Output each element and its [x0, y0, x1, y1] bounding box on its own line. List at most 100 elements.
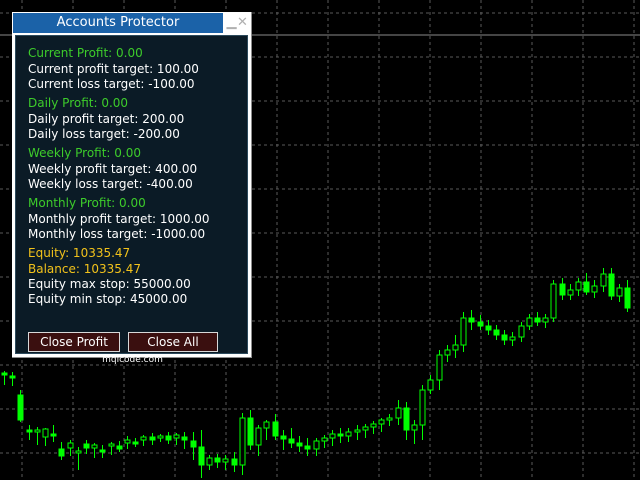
current-profit-label: Current Profit: 0.00	[28, 46, 143, 60]
monthly-profit-label: Monthly Profit: 0.00	[28, 196, 146, 210]
equity-value: Equity: 10335.47	[28, 246, 131, 260]
close-icon[interactable]: ✕	[236, 13, 249, 33]
candle-body	[624, 287, 631, 309]
candle-body	[542, 317, 549, 323]
candle-body	[608, 273, 615, 297]
candle-body	[567, 289, 574, 296]
accounts-protector-window: Accounts Protector ▁ ✕ Current Profit: 0…	[12, 12, 252, 365]
close-profit-button[interactable]: Close Profit	[28, 332, 120, 352]
candle-body	[132, 441, 139, 445]
candle-body	[116, 445, 123, 450]
candle-body	[91, 444, 98, 449]
candle-body	[534, 317, 541, 323]
candle-body	[427, 379, 434, 391]
candle-body	[247, 417, 254, 446]
daily-loss-target: Daily loss target: -200.00	[28, 127, 180, 141]
candle-body	[370, 423, 377, 428]
current-profit-target: Current profit target: 100.00	[28, 62, 199, 76]
daily-profit-target: Daily profit target: 200.00	[28, 112, 185, 126]
candle-body	[99, 449, 106, 453]
candle-body	[58, 448, 65, 457]
candle-body	[214, 457, 221, 463]
candle-body	[272, 421, 279, 437]
candle-body	[616, 287, 623, 297]
candle-body	[239, 417, 246, 466]
window-title[interactable]: Accounts Protector	[13, 13, 223, 33]
candle-body	[75, 450, 82, 454]
candle-body	[460, 317, 467, 346]
candle-body	[419, 389, 426, 426]
candle-body	[206, 457, 213, 466]
candle-body	[591, 285, 598, 293]
close-all-button[interactable]: Close All	[128, 332, 218, 352]
candle-body	[526, 317, 533, 327]
candle-body	[26, 429, 33, 433]
candle-body	[231, 458, 238, 466]
candle-body	[9, 375, 16, 379]
current-loss-target: Current loss target: -100.00	[28, 77, 195, 91]
candle-body	[550, 283, 557, 319]
candle-body	[149, 436, 156, 441]
candle-body	[34, 429, 41, 433]
protector-panel: Current Profit: 0.00 Current profit targ…	[15, 35, 248, 365]
candle-body	[165, 435, 172, 441]
candle-body	[411, 424, 418, 431]
equity-max-stop: Equity max stop: 55000.00	[28, 277, 191, 291]
candle-body	[304, 445, 311, 450]
candle-body	[501, 334, 508, 341]
candle-body	[140, 436, 147, 441]
monthly-loss-target: Monthly loss target: -1000.00	[28, 227, 206, 241]
monthly-profit-target: Monthly profit target: 1000.00	[28, 212, 210, 226]
candle-body	[280, 435, 287, 440]
daily-profit-label: Daily Profit: 0.00	[28, 96, 129, 110]
balance-value: Balance: 10335.47	[28, 262, 141, 276]
candle-body	[403, 407, 410, 431]
candle-body	[313, 440, 320, 450]
candle-body	[157, 435, 164, 439]
candle-body	[559, 283, 566, 296]
candle-body	[1, 372, 8, 376]
candle-body	[222, 458, 229, 463]
candle-body	[255, 427, 262, 446]
candle-body	[198, 446, 205, 466]
candle-body	[296, 442, 303, 447]
candle-body	[354, 429, 361, 433]
weekly-loss-target: Weekly loss target: -400.00	[28, 177, 193, 191]
candle-body	[378, 419, 385, 425]
candle-body	[124, 439, 131, 444]
candle-body	[263, 421, 270, 429]
footer-site-label: mqlcode.com	[102, 355, 163, 365]
candle-body	[477, 321, 484, 327]
candle-body	[575, 281, 582, 291]
candle-body	[67, 442, 74, 449]
candle-body	[468, 317, 475, 323]
candle-body	[518, 325, 525, 338]
candle-body	[345, 431, 352, 437]
candle-body	[17, 394, 24, 421]
candle-body	[362, 426, 369, 431]
candle-body	[444, 349, 451, 356]
candle-body	[288, 438, 295, 444]
candle-body	[42, 428, 49, 438]
candle-body	[321, 437, 328, 442]
candle-body	[452, 344, 459, 351]
candle-body	[329, 433, 336, 439]
candle-body	[485, 325, 492, 331]
candle-body	[181, 436, 188, 441]
equity-min-stop: Equity min stop: 45000.00	[28, 292, 188, 306]
candle-body	[583, 281, 590, 293]
candle-body	[395, 407, 402, 419]
candle-body	[386, 417, 393, 421]
candle-body	[83, 443, 90, 449]
candle-body	[600, 273, 607, 287]
candle-body	[50, 433, 57, 437]
candle-body	[190, 440, 197, 448]
candle-body	[493, 329, 500, 336]
weekly-profit-label: Weekly Profit: 0.00	[28, 146, 142, 160]
weekly-profit-target: Weekly profit target: 400.00	[28, 162, 198, 176]
candle-body	[436, 354, 443, 381]
candle-body	[337, 433, 344, 437]
candle-body	[173, 434, 180, 439]
candle-body	[108, 443, 115, 447]
candle-body	[509, 336, 516, 341]
